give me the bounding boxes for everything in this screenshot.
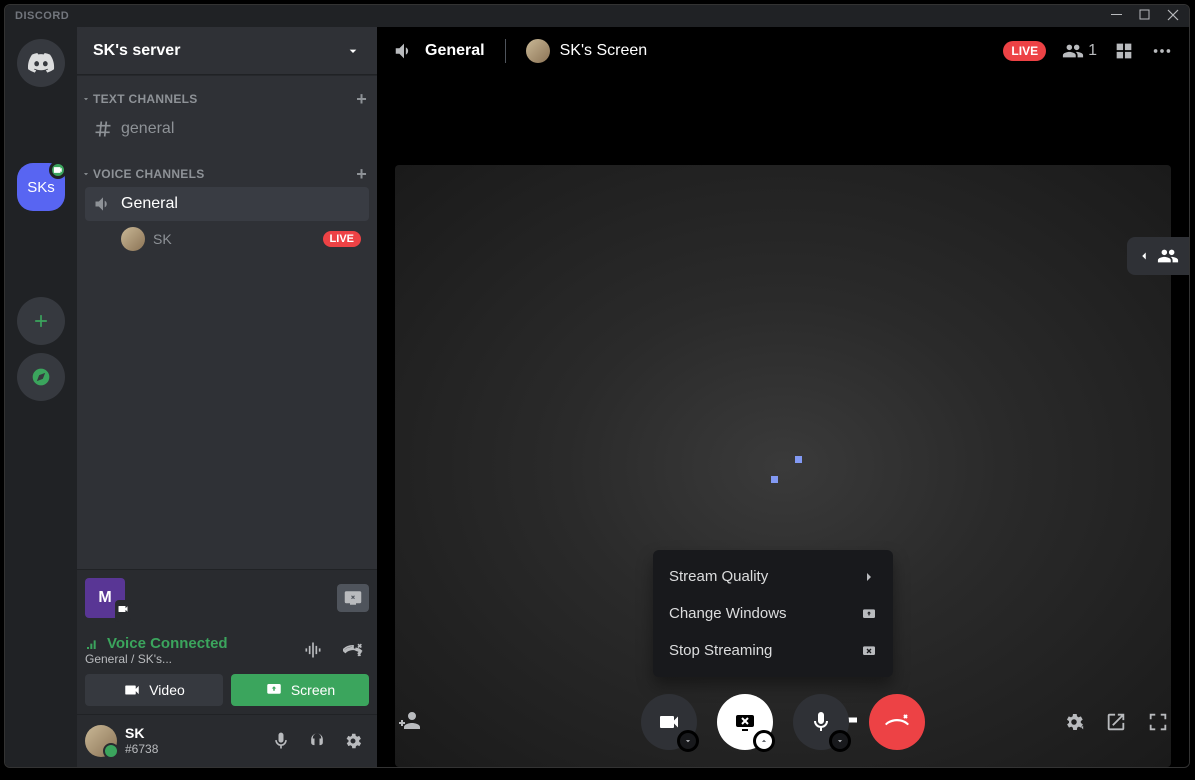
text-channel-general[interactable]: general xyxy=(85,112,369,146)
stop-stream-button[interactable] xyxy=(337,584,369,612)
menu-stop-streaming[interactable]: Stop Streaming xyxy=(653,632,893,669)
chevron-down-icon[interactable] xyxy=(829,730,851,752)
chevron-right-icon xyxy=(861,569,877,585)
content-header: General SK's Screen LIVE 1 xyxy=(377,27,1189,75)
voice-channel-general[interactable]: General xyxy=(85,187,369,221)
header-channel-name: General xyxy=(425,42,485,60)
voice-member[interactable]: SK LIVE xyxy=(85,222,369,256)
add-voice-channel-button[interactable]: + xyxy=(356,164,367,185)
video-button[interactable]: Video xyxy=(85,674,223,706)
grid-view-button[interactable] xyxy=(1113,40,1135,62)
channel-name: General xyxy=(121,195,178,213)
pop-out-button[interactable] xyxy=(1105,711,1127,733)
speaker-icon xyxy=(93,194,113,214)
username: SK xyxy=(125,725,257,742)
category-label: TEXT CHANNELS xyxy=(93,92,198,106)
swap-screen-icon xyxy=(861,606,877,622)
people-icon xyxy=(1062,40,1084,62)
mic-toggle-button[interactable] xyxy=(793,694,849,750)
deafen-button[interactable] xyxy=(301,725,333,757)
text-channels-category[interactable]: TEXT CHANNELS + xyxy=(77,87,377,111)
home-button[interactable] xyxy=(17,39,65,87)
chevron-down-icon[interactable] xyxy=(677,730,699,752)
activity-letter: M xyxy=(98,589,111,607)
screen-share-button[interactable]: Screen xyxy=(231,674,369,706)
chevron-down-icon xyxy=(81,94,91,104)
add-text-channel-button[interactable]: + xyxy=(356,89,367,110)
server-header[interactable]: SK's server xyxy=(77,27,377,75)
noise-suppression-button[interactable] xyxy=(297,634,329,666)
chevron-left-icon xyxy=(1137,249,1151,263)
member-name: SK xyxy=(153,231,172,247)
fullscreen-button[interactable] xyxy=(1147,711,1169,733)
window-controls xyxy=(1111,8,1179,24)
category-label: VOICE CHANNELS xyxy=(93,167,205,181)
mute-button[interactable] xyxy=(265,725,297,757)
hangup-icon xyxy=(885,710,909,734)
minimize-button[interactable] xyxy=(1111,8,1123,24)
voice-subtitle: General / SK's... xyxy=(85,652,228,666)
user-panel: SK #6738 xyxy=(77,715,377,767)
chevron-down-icon xyxy=(81,169,91,179)
call-control-bar xyxy=(377,687,1189,757)
chevron-down-icon xyxy=(345,43,361,59)
screen-icon xyxy=(265,681,283,699)
disconnect-button[interactable] xyxy=(337,634,369,666)
settings-sync-button[interactable] xyxy=(1063,711,1085,733)
stop-screen-icon xyxy=(733,710,757,734)
activity-tile[interactable]: M xyxy=(85,578,125,618)
close-button[interactable] xyxy=(1167,8,1179,24)
camera-icon xyxy=(123,681,141,699)
avatar xyxy=(121,227,145,251)
app-name: DISCORD xyxy=(15,10,69,22)
camera-icon xyxy=(657,710,681,734)
server-list: SKs xyxy=(5,27,77,767)
voice-status: Voice Connected xyxy=(85,635,228,652)
avatar[interactable] xyxy=(85,725,117,757)
menu-stream-quality[interactable]: Stream Quality xyxy=(653,558,893,595)
streaming-badge-icon xyxy=(49,161,67,179)
discover-servers-button[interactable] xyxy=(17,353,65,401)
live-badge: LIVE xyxy=(1003,41,1046,61)
title-bar: DISCORD xyxy=(5,5,1189,27)
stream-title[interactable]: SK's Screen xyxy=(526,39,648,63)
camera-toggle-button[interactable] xyxy=(641,694,697,750)
hash-icon xyxy=(93,119,113,139)
maximize-button[interactable] xyxy=(1139,8,1151,24)
channel-name: general xyxy=(121,120,174,138)
activity-panel: M xyxy=(77,569,377,626)
menu-change-windows[interactable]: Change Windows xyxy=(653,595,893,632)
screen-share-toggle-button[interactable] xyxy=(717,694,773,750)
viewer-count[interactable]: 1 xyxy=(1062,40,1097,62)
members-tab[interactable] xyxy=(1127,237,1189,275)
more-button[interactable] xyxy=(1151,40,1173,62)
leave-call-button[interactable] xyxy=(869,694,925,750)
invite-button[interactable] xyxy=(397,708,421,732)
settings-button[interactable] xyxy=(337,725,369,757)
add-server-button[interactable] xyxy=(17,297,65,345)
people-icon xyxy=(1157,245,1179,267)
voice-status-panel: Voice Connected General / SK's... xyxy=(77,626,377,715)
channel-sidebar: SK's server TEXT CHANNELS + general xyxy=(77,27,377,767)
separator xyxy=(505,39,506,63)
stop-screen-icon xyxy=(861,643,877,659)
screen-share-menu: Stream Quality Change Windows Stop Strea… xyxy=(653,550,893,677)
voice-channels-category[interactable]: VOICE CHANNELS + xyxy=(77,162,377,186)
server-icon[interactable]: SKs xyxy=(17,163,65,211)
server-name: SK's server xyxy=(93,42,180,60)
camera-icon xyxy=(115,600,131,622)
server-short-name: SKs xyxy=(27,179,55,196)
live-badge: LIVE xyxy=(323,231,361,247)
avatar xyxy=(526,39,550,63)
user-tag: #6738 xyxy=(125,742,257,756)
speaker-icon xyxy=(393,40,415,62)
mic-icon xyxy=(809,710,833,734)
chevron-up-icon[interactable] xyxy=(753,730,775,752)
main-content: General SK's Screen LIVE 1 xyxy=(377,27,1189,767)
signal-icon xyxy=(85,635,101,651)
